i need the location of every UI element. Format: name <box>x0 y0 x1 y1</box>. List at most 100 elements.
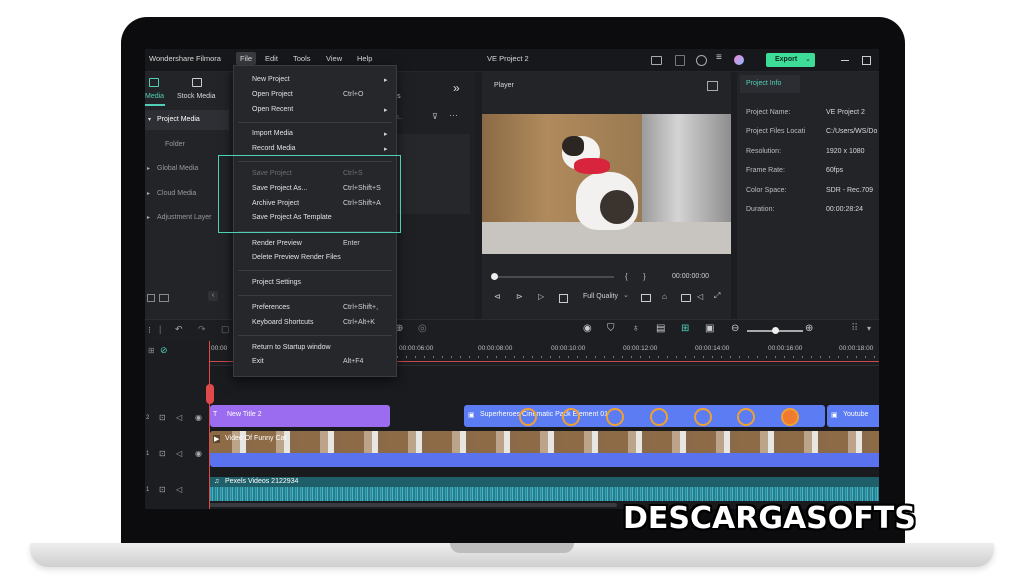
menu-tools[interactable]: Tools <box>293 54 311 63</box>
undo-icon[interactable]: ↶ <box>175 324 183 335</box>
ruler-tick: 00:00:12:00 <box>623 345 658 352</box>
info-value: 00:00:28:24 <box>826 206 863 213</box>
eye-icon[interactable]: ◉ <box>195 413 202 422</box>
speaker-icon[interactable]: ◁ <box>176 485 182 494</box>
fullscreen-icon[interactable]: ⤢ <box>714 291 720 301</box>
link-icon[interactable]: ⊘ <box>160 345 168 356</box>
ruler-tick: 00:00 <box>211 345 228 352</box>
menu-return-to-startup[interactable]: Return to Startup window <box>252 344 331 351</box>
clip-pexels-audio[interactable]: ♫ Pexels Videos 2122934 <box>210 477 879 501</box>
more-icon[interactable]: ··· <box>449 110 458 120</box>
microphone-icon[interactable]: ♁ <box>632 323 640 334</box>
prev-frame-icon[interactable]: ⊲ <box>494 292 501 301</box>
track-lock-icon[interactable]: ⊡ <box>159 413 166 422</box>
eye-icon[interactable]: ◉ <box>195 449 202 458</box>
menu-project-settings[interactable]: Project Settings <box>252 279 301 286</box>
filter-icon[interactable]: ⊽ <box>432 112 438 121</box>
tab-stock-media[interactable]: Stock Media <box>177 93 216 100</box>
menu-preferences[interactable]: Preferences <box>252 304 290 311</box>
color-match-icon[interactable]: ◎ <box>418 323 427 334</box>
progress-handle[interactable] <box>491 273 498 280</box>
zoom-slider-handle[interactable] <box>772 327 779 334</box>
menu-open-project[interactable]: Open Project <box>252 91 293 98</box>
avatar[interactable] <box>734 55 744 65</box>
progress-track[interactable] <box>494 276 614 278</box>
clip-video-of-funny-cat[interactable]: ▶ Video Of Funny Cat <box>210 431 879 467</box>
maximize-icon[interactable] <box>862 56 871 65</box>
new-folder-icon[interactable] <box>147 294 155 302</box>
menu-delete-preview-render[interactable]: Delete Preview Render Files <box>252 254 341 261</box>
stop-icon[interactable] <box>559 294 568 303</box>
marker-icon[interactable]: ⌂ <box>662 292 667 301</box>
laptop-notch <box>450 543 574 553</box>
volume-icon[interactable]: ◁ <box>697 292 703 301</box>
redo-icon[interactable]: ↷ <box>198 324 206 335</box>
clip-new-title-2[interactable]: T New Title 2 <box>210 405 390 427</box>
menu-open-recent[interactable]: Open Recent <box>252 106 293 113</box>
menu-keyboard-shortcuts[interactable]: Keyboard Shortcuts <box>252 319 313 326</box>
ring-graphic <box>562 408 580 426</box>
sidebar-item-cloud-media[interactable]: Cloud Media <box>157 190 196 197</box>
collapse-icon[interactable]: ‹ <box>208 291 218 301</box>
menu-edit[interactable]: Edit <box>265 54 278 63</box>
menu-help[interactable]: Help <box>357 54 372 63</box>
zoom-out-icon[interactable]: ⊖ <box>731 323 739 334</box>
add-track-icon[interactable]: ⊞ <box>148 346 155 355</box>
sidebar-item-project-media[interactable]: ▾ Project Media <box>145 110 229 130</box>
sidebar-item-folder[interactable]: Folder <box>165 141 185 148</box>
clip-superheroes-element[interactable]: ▣ Superheroes Cinematic Pack Element 01 <box>464 405 825 427</box>
grid-icon[interactable]: ⠿ <box>851 323 858 334</box>
tab-project-info[interactable]: Project Info <box>740 75 800 93</box>
quality-dropdown[interactable]: Full Quality <box>583 293 618 300</box>
camera-icon[interactable] <box>681 294 691 302</box>
select-icon[interactable]: ⁝ <box>148 325 151 336</box>
track-lock-icon[interactable]: ⊡ <box>159 485 166 494</box>
chevron-down-icon[interactable]: ▾ <box>867 324 871 333</box>
play-icon[interactable]: ▷ <box>538 292 544 301</box>
tab-media[interactable]: Media <box>145 93 164 100</box>
snap-icon[interactable]: ⊞ <box>681 323 689 334</box>
menu-icon[interactable]: ≡ <box>716 52 722 63</box>
ring-graphic <box>694 408 712 426</box>
mark-in-icon[interactable]: { <box>625 272 628 281</box>
highlight-box <box>218 155 401 233</box>
snapshot-icon[interactable] <box>707 81 718 91</box>
play-reverse-icon[interactable]: ⊳ <box>516 292 523 301</box>
timeline-scrollbar[interactable] <box>209 503 617 507</box>
minimize-icon[interactable] <box>841 60 849 61</box>
menu-view[interactable]: View <box>326 54 342 63</box>
menu-file[interactable]: File <box>236 52 257 65</box>
layout-icon[interactable] <box>651 56 662 65</box>
caret-down-icon: ▾ <box>148 117 152 123</box>
media-icon[interactable] <box>149 78 159 87</box>
sidebar-item-global-media[interactable]: Global Media <box>157 165 198 172</box>
zoom-in-icon[interactable]: ⊕ <box>805 323 813 334</box>
cloud-icon[interactable] <box>696 55 707 66</box>
track-lock-icon[interactable]: ⊡ <box>159 449 166 458</box>
marker-icon[interactable]: ⛉ <box>607 323 615 334</box>
audio-track-icon[interactable]: ▤ <box>656 323 665 334</box>
delete-icon[interactable]: ▢ <box>221 324 230 335</box>
sidebar-item-adjustment-layer[interactable]: Adjustment Layer <box>157 214 211 221</box>
menu-exit[interactable]: Exit <box>252 358 264 365</box>
menu-render-preview[interactable]: Render Preview <box>252 240 302 247</box>
save-icon[interactable] <box>675 55 685 66</box>
stock-media-icon[interactable] <box>192 78 202 87</box>
folder-icon[interactable] <box>159 294 169 302</box>
playhead[interactable] <box>209 341 210 509</box>
export-button[interactable]: Export ⌄ <box>766 53 815 67</box>
playhead-marker[interactable] <box>206 384 214 404</box>
expand-icon[interactable]: » <box>453 81 460 95</box>
title-clip-icon: T <box>213 411 218 418</box>
speaker-icon[interactable]: ◁ <box>176 413 182 422</box>
shortcut: Alt+F4 <box>343 358 364 365</box>
menu-record-media[interactable]: Record Media <box>252 145 296 152</box>
render-icon[interactable]: ◉ <box>583 323 592 334</box>
display-icon[interactable] <box>641 294 651 302</box>
clip-youtube[interactable]: ▣ Youtube <box>827 405 879 427</box>
menu-new-project[interactable]: New Project <box>252 76 290 83</box>
menu-import-media[interactable]: Import Media <box>252 130 293 137</box>
speaker-icon[interactable]: ◁ <box>176 449 182 458</box>
pip-icon[interactable]: ▣ <box>705 323 714 334</box>
mark-out-icon[interactable]: } <box>643 272 646 281</box>
